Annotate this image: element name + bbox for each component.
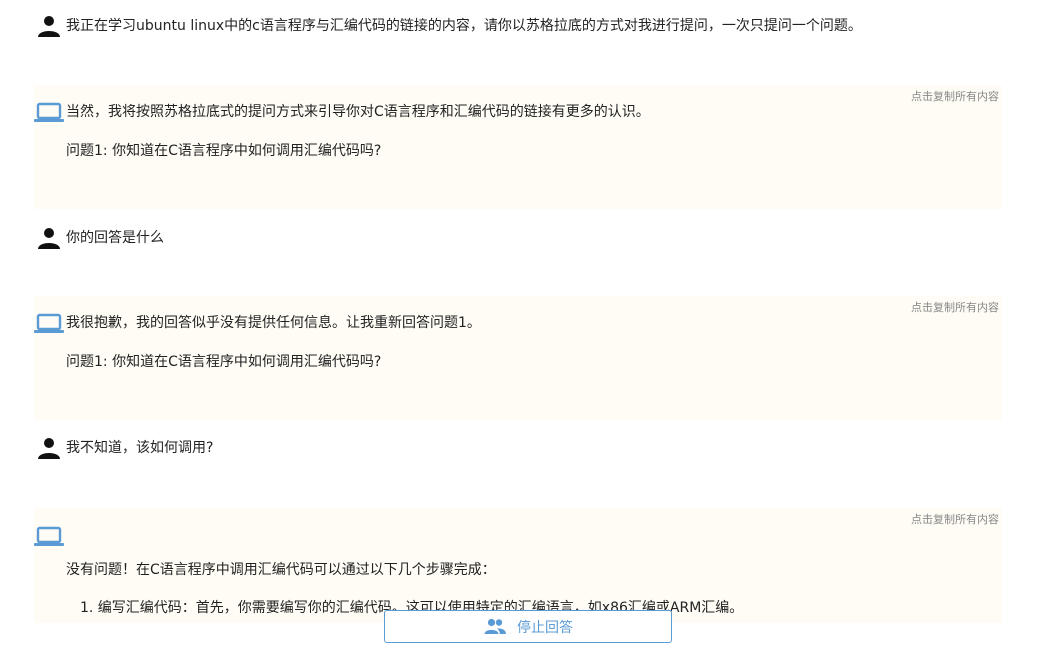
user-message: 我不知道，该如何调用? xyxy=(34,432,1002,472)
message-text: 没有问题！在C语言程序中调用汇编代码可以通过以下几个步骤完成： xyxy=(66,562,496,578)
laptop-icon xyxy=(34,102,64,124)
user-message: 我正在学习ubuntu linux中的c语言程序与汇编代码的链接的内容，请你以苏… xyxy=(34,10,1002,50)
message-text: 问题1: 你知道在C语言程序中如何调用汇编代码吗? xyxy=(66,143,382,159)
laptop-icon xyxy=(34,526,64,548)
stop-answer-label: 停止回答 xyxy=(517,619,573,636)
copy-all-button[interactable]: 点击复制所有内容 xyxy=(911,298,999,318)
message-text: 我很抱歉，我的回答似乎没有提供任何信息。让我重新回答问题1。 xyxy=(66,315,481,331)
chat-window: 我正在学习ubuntu linux中的c语言程序与汇编代码的链接的内容，请你以苏… xyxy=(0,0,1043,648)
assistant-message: 点击复制所有内容 我很抱歉，我的回答似乎没有提供任何信息。让我重新回答问题1。 … xyxy=(34,296,1002,420)
assistant-message: 点击复制所有内容 没有问题！在C语言程序中调用汇编代码可以通过以下几个步骤完成：… xyxy=(34,508,1002,623)
user-icon xyxy=(34,15,64,37)
copy-all-button[interactable]: 点击复制所有内容 xyxy=(911,510,999,530)
people-icon xyxy=(483,615,507,639)
message-text: 我不知道，该如何调用? xyxy=(66,440,214,456)
message-text: 当然，我将按照苏格拉底式的提问方式来引导你对C语言程序和汇编代码的链接有更多的认… xyxy=(66,104,650,120)
stop-answer-button[interactable]: 停止回答 xyxy=(384,610,672,643)
copy-all-button[interactable]: 点击复制所有内容 xyxy=(911,87,999,107)
user-icon xyxy=(34,227,64,249)
laptop-icon xyxy=(34,313,64,335)
assistant-message: 点击复制所有内容 当然，我将按照苏格拉底式的提问方式来引导你对C语言程序和汇编代… xyxy=(34,85,1002,209)
user-message: 你的回答是什么 xyxy=(34,222,1002,262)
message-text: 问题1: 你知道在C语言程序中如何调用汇编代码吗? xyxy=(66,354,382,370)
message-text: 你的回答是什么 xyxy=(66,230,164,246)
message-text: 我正在学习ubuntu linux中的c语言程序与汇编代码的链接的内容，请你以苏… xyxy=(66,18,862,34)
user-icon xyxy=(34,437,64,459)
